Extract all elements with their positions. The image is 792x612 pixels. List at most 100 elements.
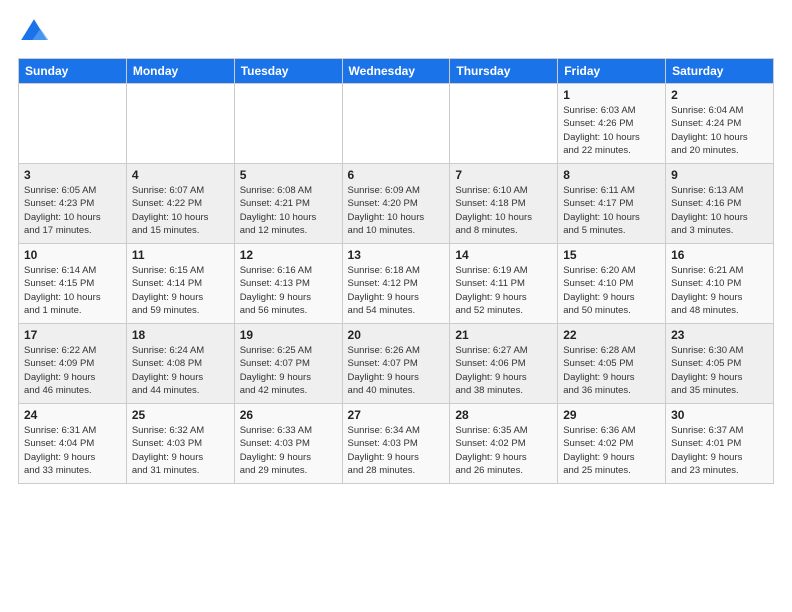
weekday-header-thursday: Thursday	[450, 59, 558, 84]
weekday-header-monday: Monday	[126, 59, 234, 84]
day-info: Sunrise: 6:14 AM Sunset: 4:15 PM Dayligh…	[24, 264, 121, 317]
day-number: 24	[24, 408, 121, 422]
day-info: Sunrise: 6:32 AM Sunset: 4:03 PM Dayligh…	[132, 424, 229, 477]
day-number: 3	[24, 168, 121, 182]
day-number: 5	[240, 168, 337, 182]
logo	[18, 16, 54, 48]
day-number: 21	[455, 328, 552, 342]
day-cell	[234, 84, 342, 164]
day-number: 9	[671, 168, 768, 182]
weekday-header-wednesday: Wednesday	[342, 59, 450, 84]
day-info: Sunrise: 6:11 AM Sunset: 4:17 PM Dayligh…	[563, 184, 660, 237]
weekday-header-row: SundayMondayTuesdayWednesdayThursdayFrid…	[19, 59, 774, 84]
day-info: Sunrise: 6:18 AM Sunset: 4:12 PM Dayligh…	[348, 264, 445, 317]
day-info: Sunrise: 6:27 AM Sunset: 4:06 PM Dayligh…	[455, 344, 552, 397]
day-cell: 8Sunrise: 6:11 AM Sunset: 4:17 PM Daylig…	[558, 164, 666, 244]
day-info: Sunrise: 6:05 AM Sunset: 4:23 PM Dayligh…	[24, 184, 121, 237]
header	[18, 16, 774, 48]
day-cell: 5 Sunrise: 6:08 AM Sunset: 4:21 PM Daylig…	[234, 164, 342, 244]
day-number: 1	[563, 88, 660, 102]
day-cell: 20Sunrise: 6:26 AM Sunset: 4:07 PM Dayli…	[342, 324, 450, 404]
week-row-4: 17Sunrise: 6:22 AM Sunset: 4:09 PM Dayli…	[19, 324, 774, 404]
day-cell: 4 Sunrise: 6:07 AM Sunset: 4:22 PM Daylig…	[126, 164, 234, 244]
day-number: 30	[671, 408, 768, 422]
week-row-5: 24 Sunrise: 6:31 AM Sunset: 4:04 PM Dayli…	[19, 404, 774, 484]
day-cell: 17Sunrise: 6:22 AM Sunset: 4:09 PM Dayli…	[19, 324, 127, 404]
day-number: 16	[671, 248, 768, 262]
logo-icon	[18, 16, 50, 48]
page: SundayMondayTuesdayWednesdayThursdayFrid…	[0, 0, 792, 494]
day-cell	[342, 84, 450, 164]
day-cell: 23 Sunrise: 6:30 AM Sunset: 4:05 PM Dayli…	[666, 324, 774, 404]
day-info: Sunrise: 6:10 AM Sunset: 4:18 PM Dayligh…	[455, 184, 552, 237]
day-number: 19	[240, 328, 337, 342]
day-info: Sunrise: 6:24 AM Sunset: 4:08 PM Dayligh…	[132, 344, 229, 397]
day-info: Sunrise: 6:33 AM Sunset: 4:03 PM Dayligh…	[240, 424, 337, 477]
day-number: 15	[563, 248, 660, 262]
day-info: Sunrise: 6:26 AM Sunset: 4:07 PM Dayligh…	[348, 344, 445, 397]
day-cell: 6Sunrise: 6:09 AM Sunset: 4:20 PM Daylig…	[342, 164, 450, 244]
day-info: Sunrise: 6:35 AM Sunset: 4:02 PM Dayligh…	[455, 424, 552, 477]
day-info: Sunrise: 6:09 AM Sunset: 4:20 PM Dayligh…	[348, 184, 445, 237]
day-info: Sunrise: 6:37 AM Sunset: 4:01 PM Dayligh…	[671, 424, 768, 477]
day-number: 23	[671, 328, 768, 342]
day-info: Sunrise: 6:20 AM Sunset: 4:10 PM Dayligh…	[563, 264, 660, 317]
day-info: Sunrise: 6:21 AM Sunset: 4:10 PM Dayligh…	[671, 264, 768, 317]
day-cell: 26 Sunrise: 6:33 AM Sunset: 4:03 PM Dayli…	[234, 404, 342, 484]
day-number: 29	[563, 408, 660, 422]
day-cell: 1 Sunrise: 6:03 AM Sunset: 4:26 PM Daylig…	[558, 84, 666, 164]
day-cell: 11Sunrise: 6:15 AM Sunset: 4:14 PM Dayli…	[126, 244, 234, 324]
day-number: 4	[132, 168, 229, 182]
day-cell: 13Sunrise: 6:18 AM Sunset: 4:12 PM Dayli…	[342, 244, 450, 324]
day-number: 7	[455, 168, 552, 182]
weekday-header-sunday: Sunday	[19, 59, 127, 84]
day-number: 10	[24, 248, 121, 262]
day-info: Sunrise: 6:04 AM Sunset: 4:24 PM Dayligh…	[671, 104, 768, 157]
day-info: Sunrise: 6:07 AM Sunset: 4:22 PM Dayligh…	[132, 184, 229, 237]
day-info: Sunrise: 6:15 AM Sunset: 4:14 PM Dayligh…	[132, 264, 229, 317]
day-number: 25	[132, 408, 229, 422]
day-info: Sunrise: 6:08 AM Sunset: 4:21 PM Dayligh…	[240, 184, 337, 237]
day-cell: 30 Sunrise: 6:37 AM Sunset: 4:01 PM Dayli…	[666, 404, 774, 484]
day-cell: 10 Sunrise: 6:14 AM Sunset: 4:15 PM Dayli…	[19, 244, 127, 324]
day-info: Sunrise: 6:36 AM Sunset: 4:02 PM Dayligh…	[563, 424, 660, 477]
day-info: Sunrise: 6:13 AM Sunset: 4:16 PM Dayligh…	[671, 184, 768, 237]
day-cell: 2 Sunrise: 6:04 AM Sunset: 4:24 PM Daylig…	[666, 84, 774, 164]
day-info: Sunrise: 6:25 AM Sunset: 4:07 PM Dayligh…	[240, 344, 337, 397]
day-cell: 19 Sunrise: 6:25 AM Sunset: 4:07 PM Dayli…	[234, 324, 342, 404]
day-cell: 3 Sunrise: 6:05 AM Sunset: 4:23 PM Daylig…	[19, 164, 127, 244]
day-cell: 16 Sunrise: 6:21 AM Sunset: 4:10 PM Dayli…	[666, 244, 774, 324]
day-cell: 21 Sunrise: 6:27 AM Sunset: 4:06 PM Dayli…	[450, 324, 558, 404]
day-number: 28	[455, 408, 552, 422]
day-cell: 22Sunrise: 6:28 AM Sunset: 4:05 PM Dayli…	[558, 324, 666, 404]
day-cell: 9 Sunrise: 6:13 AM Sunset: 4:16 PM Daylig…	[666, 164, 774, 244]
calendar-table: SundayMondayTuesdayWednesdayThursdayFrid…	[18, 58, 774, 484]
day-number: 2	[671, 88, 768, 102]
day-info: Sunrise: 6:30 AM Sunset: 4:05 PM Dayligh…	[671, 344, 768, 397]
day-cell: 18Sunrise: 6:24 AM Sunset: 4:08 PM Dayli…	[126, 324, 234, 404]
day-number: 17	[24, 328, 121, 342]
day-number: 22	[563, 328, 660, 342]
day-number: 26	[240, 408, 337, 422]
day-cell	[450, 84, 558, 164]
day-cell: 28 Sunrise: 6:35 AM Sunset: 4:02 PM Dayli…	[450, 404, 558, 484]
week-row-2: 3 Sunrise: 6:05 AM Sunset: 4:23 PM Daylig…	[19, 164, 774, 244]
day-info: Sunrise: 6:34 AM Sunset: 4:03 PM Dayligh…	[348, 424, 445, 477]
day-cell: 29 Sunrise: 6:36 AM Sunset: 4:02 PM Dayli…	[558, 404, 666, 484]
day-info: Sunrise: 6:16 AM Sunset: 4:13 PM Dayligh…	[240, 264, 337, 317]
day-number: 27	[348, 408, 445, 422]
day-cell: 14 Sunrise: 6:19 AM Sunset: 4:11 PM Dayli…	[450, 244, 558, 324]
day-info: Sunrise: 6:31 AM Sunset: 4:04 PM Dayligh…	[24, 424, 121, 477]
week-row-1: 1 Sunrise: 6:03 AM Sunset: 4:26 PM Daylig…	[19, 84, 774, 164]
day-cell: 7 Sunrise: 6:10 AM Sunset: 4:18 PM Daylig…	[450, 164, 558, 244]
day-info: Sunrise: 6:03 AM Sunset: 4:26 PM Dayligh…	[563, 104, 660, 157]
weekday-header-tuesday: Tuesday	[234, 59, 342, 84]
week-row-3: 10 Sunrise: 6:14 AM Sunset: 4:15 PM Dayli…	[19, 244, 774, 324]
day-cell	[19, 84, 127, 164]
weekday-header-friday: Friday	[558, 59, 666, 84]
day-cell: 25 Sunrise: 6:32 AM Sunset: 4:03 PM Dayli…	[126, 404, 234, 484]
day-number: 14	[455, 248, 552, 262]
day-cell	[126, 84, 234, 164]
day-number: 12	[240, 248, 337, 262]
day-info: Sunrise: 6:19 AM Sunset: 4:11 PM Dayligh…	[455, 264, 552, 317]
